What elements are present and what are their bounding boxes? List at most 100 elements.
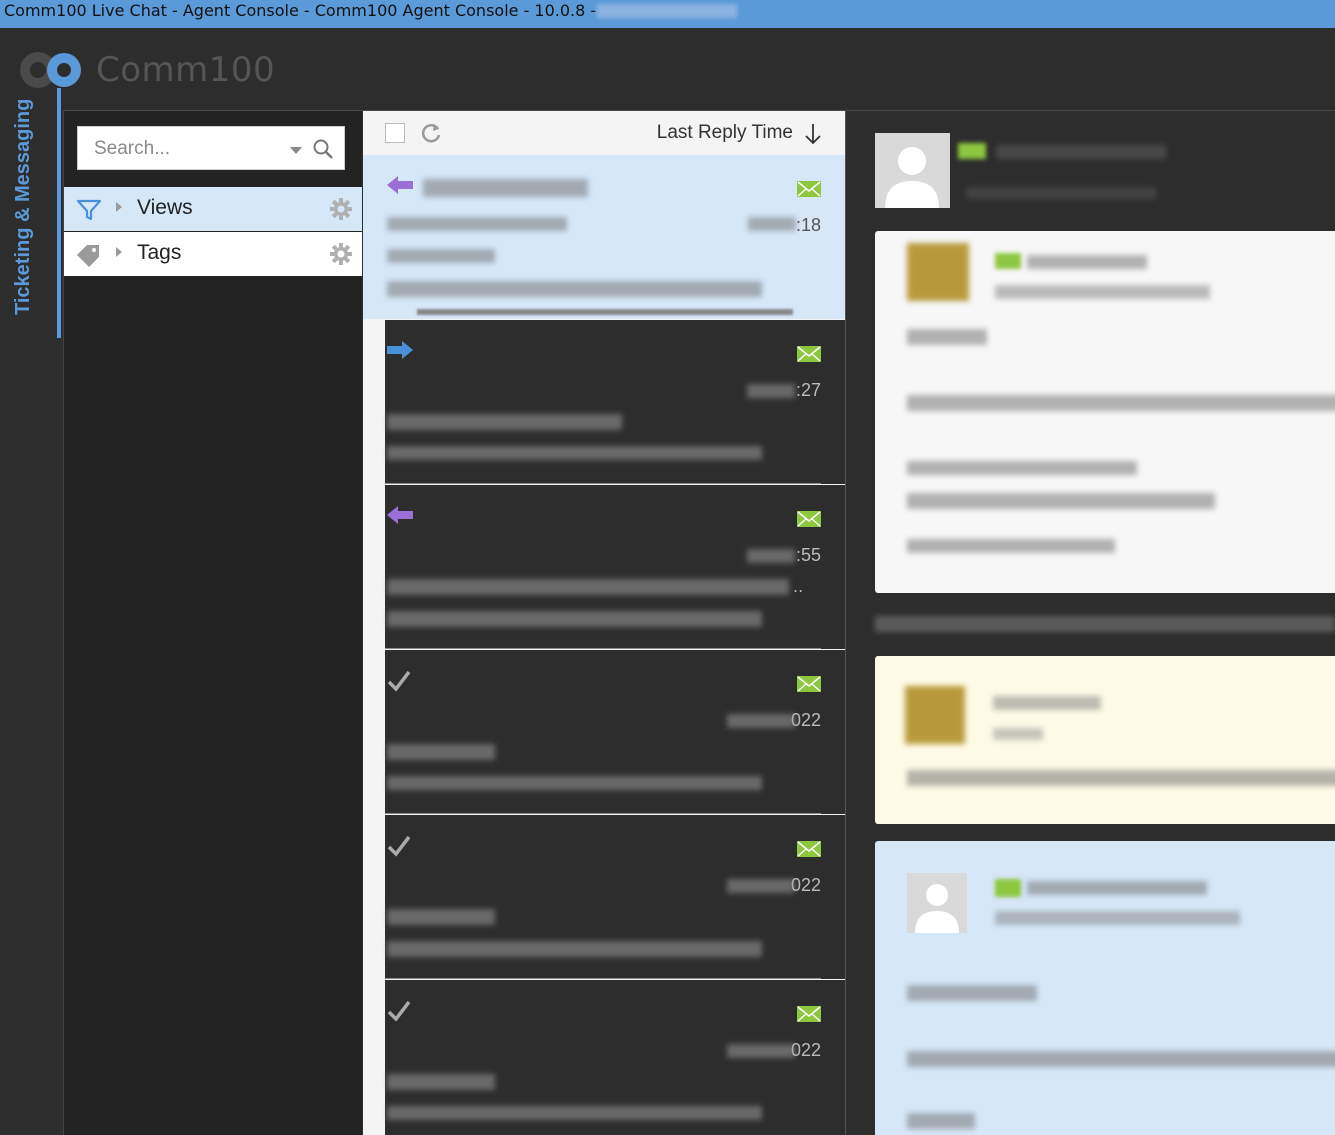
ticket-preview-redacted <box>387 776 762 790</box>
ticket-date-redacted <box>747 384 795 398</box>
sender-status-redacted <box>995 253 1021 269</box>
requester-status-redacted <box>958 143 986 159</box>
email-icon <box>797 181 821 197</box>
module-tab-ticketing[interactable]: Ticketing & Messaging <box>12 99 35 315</box>
avatar <box>875 133 950 208</box>
ticket-time: :18 <box>795 215 821 235</box>
email-icon <box>797 346 821 362</box>
message-body-redacted <box>907 493 1215 509</box>
user-placeholder-icon <box>885 147 939 208</box>
note-body-redacted <box>907 770 1335 786</box>
agent-avatar <box>905 686 965 744</box>
nav-item-label: Views <box>137 196 193 219</box>
ticket-date-redacted <box>727 1044 795 1058</box>
gear-icon[interactable] <box>330 198 352 220</box>
ticket-date-redacted <box>747 549 795 563</box>
checkmark-icon <box>387 1000 411 1022</box>
ticket-item[interactable]: :27 <box>385 320 845 484</box>
requester-email-redacted <box>966 187 1156 199</box>
ticket-item[interactable]: :18 <box>363 155 845 319</box>
ticket-divider <box>385 483 821 484</box>
email-icon <box>797 1006 821 1022</box>
search-input[interactable] <box>92 135 286 163</box>
window-title-redacted <box>597 4 737 18</box>
ticket-line-redacted <box>387 1074 495 1090</box>
ticket-preview-redacted <box>387 446 762 460</box>
message-body-redacted <box>907 461 1137 475</box>
message-signature-redacted <box>907 539 1115 553</box>
tag-icon <box>77 245 99 267</box>
sender-email-redacted <box>995 285 1210 299</box>
message-body-redacted <box>907 1051 1335 1067</box>
email-icon <box>797 511 821 527</box>
filter-icon <box>76 199 102 221</box>
ticket-time: :55 <box>795 545 821 565</box>
ticket-time: 022 <box>790 1040 821 1060</box>
brand-name: Comm100 <box>96 50 276 90</box>
checkmark-icon <box>387 670 411 692</box>
ticket-divider <box>417 309 793 315</box>
ticket-subject-redacted <box>423 179 588 197</box>
ticket-divider <box>385 813 821 814</box>
note-card <box>875 656 1335 824</box>
ticket-line-redacted <box>387 249 495 263</box>
sort-label[interactable]: Last Reply Time <box>657 122 793 144</box>
ticket-contact-redacted <box>387 217 567 231</box>
message-body-redacted <box>907 395 1335 411</box>
nav-item-label: Tags <box>137 241 182 264</box>
message-card <box>875 231 1335 593</box>
comm100-logo-icon <box>20 52 81 88</box>
ticket-line-redacted <box>387 579 789 595</box>
system-log-redacted <box>875 616 1335 632</box>
ticket-detail-panel <box>846 111 1335 1135</box>
chevron-down-icon[interactable] <box>290 147 302 154</box>
ticket-time: 022 <box>790 710 821 730</box>
window-title: Comm100 Live Chat - Agent Console - Comm… <box>4 1 597 20</box>
gear-icon[interactable] <box>330 243 352 265</box>
message-card <box>875 841 1335 1135</box>
ticket-line-redacted <box>387 414 622 430</box>
sender-name-redacted <box>1027 881 1207 895</box>
ticket-preview-redacted <box>387 1106 762 1120</box>
window-title-bar: Comm100 Live Chat - Agent Console - Comm… <box>0 0 1335 28</box>
sender-email-redacted <box>995 911 1240 925</box>
ticket-time: 022 <box>790 875 821 895</box>
email-icon <box>797 841 821 857</box>
ticket-date-redacted <box>748 217 796 231</box>
agent-avatar <box>907 243 969 301</box>
refresh-icon[interactable] <box>419 121 443 145</box>
ticket-date-redacted <box>727 879 795 893</box>
select-all-checkbox[interactable] <box>385 123 405 143</box>
message-body-redacted <box>907 1113 975 1129</box>
nav-panel: Views Tags <box>64 111 362 1135</box>
ticket-item[interactable]: 022 <box>385 815 845 979</box>
email-icon <box>797 676 821 692</box>
arrow-down-icon[interactable] <box>805 123 821 145</box>
sender-name-redacted <box>1027 255 1147 269</box>
ticket-preview-redacted <box>387 611 762 627</box>
ticket-list: Last Reply Time :18 :27 :55 .. 022 022 0… <box>363 111 846 1135</box>
expand-icon[interactable] <box>116 202 122 212</box>
nav-item-views[interactable]: Views <box>64 187 362 231</box>
incoming-arrow-icon <box>387 176 413 194</box>
ticket-divider <box>385 648 821 649</box>
nav-item-tags[interactable]: Tags <box>64 232 362 276</box>
ticket-item[interactable]: 022 <box>385 980 845 1135</box>
ticket-preview-redacted <box>387 941 762 957</box>
ticket-item[interactable]: :55 .. <box>385 485 845 649</box>
search-icon[interactable] <box>312 138 334 160</box>
ticket-time: :27 <box>795 380 821 400</box>
ticket-line-redacted <box>387 909 495 925</box>
avatar <box>907 873 967 933</box>
note-author-redacted <box>993 696 1101 710</box>
active-module-indicator <box>57 88 61 338</box>
outgoing-arrow-icon <box>387 341 413 359</box>
expand-icon[interactable] <box>116 247 122 257</box>
message-greeting-redacted <box>907 985 1037 1001</box>
ticket-item[interactable]: 022 <box>385 650 845 814</box>
note-time-redacted <box>993 728 1043 740</box>
sender-status-redacted <box>995 879 1021 897</box>
ticket-ellipsis: .. <box>793 577 804 596</box>
message-greeting-redacted <box>907 329 987 345</box>
ticket-preview-redacted <box>387 281 762 297</box>
